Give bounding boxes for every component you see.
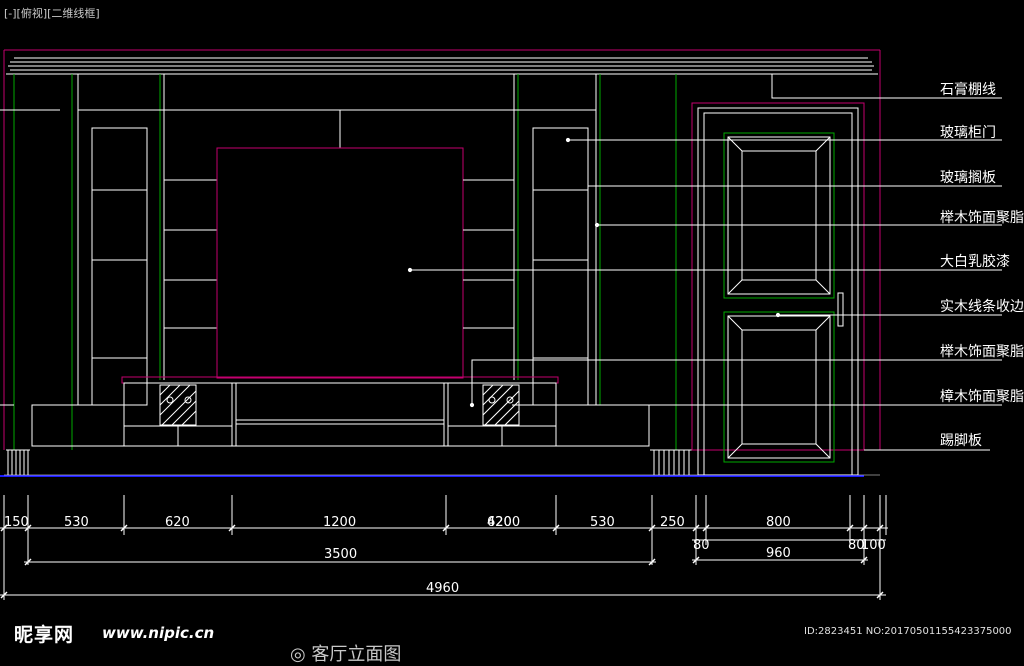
callout-solid-wood-trim: 实木线条收边: [940, 298, 1024, 315]
callout-beech-veneer-2: 榉木饰面聚脂: [940, 344, 1024, 360]
callout-glass-shelf: 玻璃搁板: [940, 169, 996, 186]
callout-beech-veneer-1: 榉木饰面聚脂: [940, 210, 1024, 226]
dim-4960: 4960: [426, 581, 459, 596]
tv-backdrop-panel: [216, 147, 464, 379]
dim-3500: 3500: [324, 547, 357, 562]
dim-620-left: 620: [165, 515, 190, 530]
dim-150: 150: [4, 515, 29, 530]
wall-pilasters: [13, 74, 677, 450]
left-glass-shelves: [164, 179, 217, 329]
door-handle: [837, 292, 844, 327]
watermark-logo: 昵享网: [14, 624, 75, 646]
dim-960: 960: [766, 546, 791, 561]
callout-leaders: [407, 74, 1002, 451]
door-frame: [691, 102, 865, 476]
door-lower-panel: [723, 311, 835, 463]
dim-80-left: 80: [693, 538, 710, 553]
dim-250: 250: [660, 515, 685, 530]
dim-530-left: 530: [64, 515, 89, 530]
right-glass-cabinet: [532, 127, 589, 406]
watermark-url: www.nipic.cn: [102, 624, 215, 642]
callout-camphor-veneer: 樟木饰面聚脂: [940, 388, 1024, 405]
wall-panel-lines: [0, 74, 597, 406]
radiator-grilles: [6, 449, 692, 475]
dim-4200-overlap: 4200: [487, 515, 520, 530]
callout-glass-cabinet-door: 玻璃柜门: [940, 124, 996, 141]
dim-530-right: 530: [590, 515, 615, 530]
watermark-id: ID:2823451 NO:20170501155423375000: [804, 626, 1012, 637]
ceiling-cornice: [6, 57, 878, 75]
door-upper-panel: [723, 132, 835, 299]
drawing-title-partial: ◎ 客厅立面图: [290, 644, 402, 665]
callout-white-latex-paint: 大白乳胶漆: [940, 253, 1010, 270]
dim-1200: 1200: [323, 515, 356, 530]
dim-100: 100: [861, 538, 886, 553]
dim-800: 800: [766, 515, 791, 530]
right-glass-shelves: [463, 179, 514, 329]
cad-drawing: 石膏棚线 玻璃柜门 玻璃搁板 榉木饰面聚脂 大白乳胶漆 实木线条收边 榉木饰面聚…: [0, 49, 1024, 600]
callout-skirting-board: 踢脚板: [940, 433, 982, 449]
callout-gypsum-cornice: 石膏棚线: [940, 81, 996, 98]
left-glass-cabinet: [91, 127, 148, 406]
cabinet-vents: [159, 384, 520, 426]
